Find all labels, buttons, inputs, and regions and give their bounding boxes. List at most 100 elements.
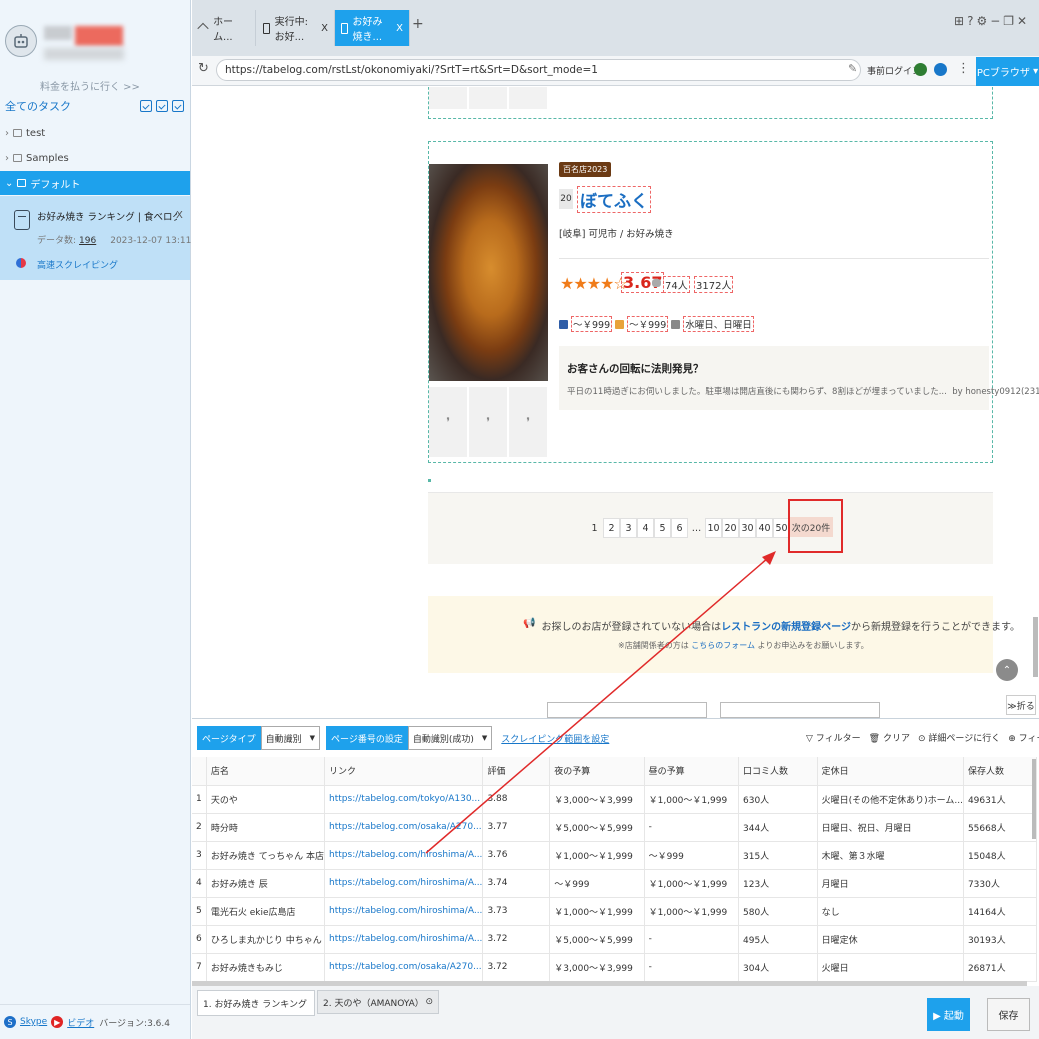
column-header[interactable]: 口コミ人数 bbox=[738, 757, 818, 786]
column-header[interactable]: 評価 bbox=[482, 757, 551, 786]
clear-button[interactable]: 🗑 クリア bbox=[869, 731, 910, 744]
scroll-top-icon[interactable]: ⌃ bbox=[996, 659, 1018, 681]
new-tab-button[interactable]: + bbox=[412, 16, 424, 32]
tab-home[interactable]: ホーム... bbox=[192, 10, 256, 46]
partial-input[interactable] bbox=[547, 702, 707, 718]
data-count[interactable]: 196 bbox=[79, 236, 96, 246]
task-card[interactable]: お好み焼き ランキング | 食べログ-スクレイ... X データ数:196202… bbox=[0, 196, 200, 280]
extension-icon[interactable] bbox=[914, 63, 927, 76]
review-count[interactable]: 74人 bbox=[663, 276, 690, 293]
fold-button[interactable]: ≫折る bbox=[1006, 695, 1036, 715]
listing-card[interactable]: ❜ ❜ ❜ 百名店2023 20 ぼてふく [岐阜] 可児市 / お好み焼き ★… bbox=[428, 141, 1039, 463]
table-row[interactable]: 1 天のや https://tabelog.com/tokyo/A130... 3.8… bbox=[192, 785, 1038, 814]
shop-name-link[interactable]: ぼてふく bbox=[577, 186, 651, 213]
gift-icon[interactable]: ⊞ bbox=[954, 14, 967, 28]
thumb-icon[interactable]: ❜ bbox=[469, 387, 507, 457]
column-header[interactable]: 昼の予算 bbox=[644, 757, 740, 786]
all-tasks-title[interactable]: 全てのタスク bbox=[5, 98, 71, 114]
edit-icon[interactable]: ✎ bbox=[848, 62, 857, 75]
page-10[interactable]: 10 bbox=[705, 518, 722, 538]
page-2[interactable]: 2 bbox=[603, 518, 620, 538]
page-type-select[interactable]: 自動識別 ▼ bbox=[260, 726, 321, 750]
detail-page-button[interactable]: ⊙ 詳細ページに行く bbox=[918, 731, 1000, 744]
page-5[interactable]: 5 bbox=[654, 518, 671, 538]
table-header: 店名 リンク 評価 夜の予算 昼の予算 口コミ人数 定休日 保存人数 bbox=[192, 757, 1038, 786]
column-header[interactable]: 定休日 bbox=[817, 757, 964, 786]
thumb-icon[interactable]: ❜ bbox=[429, 387, 467, 457]
page-30[interactable]: 30 bbox=[739, 518, 756, 538]
column-header[interactable]: 店名 bbox=[206, 757, 326, 786]
reload-icon[interactable]: ↻ bbox=[198, 61, 209, 76]
tab-running[interactable]: 実行中:お好... X bbox=[257, 10, 335, 46]
page-3[interactable]: 3 bbox=[620, 518, 637, 538]
more-menu-icon[interactable]: ⋮ bbox=[957, 61, 970, 76]
new-task-icon[interactable] bbox=[156, 100, 168, 112]
thumb-icon[interactable]: ❜ bbox=[509, 387, 547, 457]
url-input[interactable]: https://tabelog.com/rstLst/okonomiyaki/?… bbox=[216, 59, 861, 81]
pre-login-button[interactable]: 事前ログイン bbox=[867, 64, 921, 77]
column-header[interactable]: 保存人数 bbox=[963, 757, 1038, 786]
filter-button[interactable]: ▽ フィルター bbox=[806, 731, 861, 744]
tree-item-default[interactable]: ⌄ デフォルト bbox=[0, 171, 190, 195]
column-header[interactable]: 夜の予算 bbox=[549, 757, 645, 786]
tree-item-test[interactable]: › test bbox=[0, 121, 190, 145]
window-controls[interactable]: ⊞?⚙−❐✕ bbox=[954, 14, 1030, 28]
account-icon[interactable] bbox=[934, 63, 947, 76]
restore-icon[interactable]: ❐ bbox=[1003, 14, 1017, 28]
table-cell[interactable]: https://tabelog.com/hiroshima/A... bbox=[324, 869, 484, 898]
minimize-icon[interactable]: − bbox=[990, 14, 1003, 28]
close-icon[interactable]: ⊙ bbox=[425, 997, 433, 1007]
table-row[interactable]: 6 ひろしま丸かじり 中ちゃん https://tabelog.com/hirosh… bbox=[192, 925, 1038, 954]
table-vscroll[interactable] bbox=[1032, 759, 1036, 839]
table-row[interactable]: 5 電光石火 ekie広島店 https://tabelog.com/hiroshi… bbox=[192, 897, 1038, 926]
tab-close-button[interactable]: X bbox=[321, 23, 328, 34]
add-field-button[interactable]: ⊕ フィールドを追加 bbox=[1008, 731, 1039, 744]
table-cell[interactable]: https://tabelog.com/hiroshima/A... bbox=[324, 841, 484, 870]
page-20[interactable]: 20 bbox=[722, 518, 739, 538]
table-row[interactable]: 2 時分時 https://tabelog.com/osaka/A270... 3.7… bbox=[192, 813, 1038, 842]
form-link[interactable]: こちらのフォーム bbox=[691, 641, 755, 650]
tree-item-samples[interactable]: › Samples bbox=[0, 146, 190, 170]
page-number-select[interactable]: 自動識別(成功) ▼ bbox=[407, 726, 493, 750]
page-40[interactable]: 40 bbox=[756, 518, 773, 538]
skype-link[interactable]: Skype bbox=[20, 1017, 47, 1027]
table-cell: - bbox=[644, 925, 740, 954]
column-header[interactable]: リンク bbox=[324, 757, 484, 786]
pagination: 1 2 3 4 5 6 … 10 20 30 40 50 bbox=[586, 518, 790, 538]
import-task-icon[interactable] bbox=[140, 100, 152, 112]
table-row[interactable]: 3 お好み焼き てっちゃん 本店 https://tabelog.com/hiros… bbox=[192, 841, 1038, 870]
table-cell: 580人 bbox=[738, 897, 818, 926]
new-registration-link[interactable]: レストランの新規登録ページ bbox=[721, 618, 851, 633]
food-photo[interactable] bbox=[429, 164, 548, 381]
partial-input[interactable] bbox=[720, 702, 880, 718]
new-folder-icon[interactable] bbox=[172, 100, 184, 112]
start-button[interactable]: ▶ 起動 bbox=[927, 998, 970, 1031]
table-cell[interactable]: https://tabelog.com/tokyo/A130... bbox=[324, 785, 484, 814]
table-cell[interactable]: https://tabelog.com/osaka/A270... bbox=[324, 813, 484, 842]
save-button[interactable]: 保存 bbox=[987, 998, 1030, 1031]
table-cell[interactable]: https://tabelog.com/hiroshima/A... bbox=[324, 925, 484, 954]
table-cell[interactable]: https://tabelog.com/osaka/A270... bbox=[324, 953, 484, 982]
page-4[interactable]: 4 bbox=[637, 518, 654, 538]
review-snippet[interactable]: お客さんの回転に法則発見？ 平日の11時過ぎにお伺いしました。駐車場は開店直後に… bbox=[559, 346, 1039, 410]
tab-okonomiyaki[interactable]: お好み焼き... X bbox=[335, 10, 410, 46]
settings-icon[interactable]: ⚙ bbox=[976, 14, 990, 28]
table-cell[interactable]: https://tabelog.com/hiroshima/A... bbox=[324, 897, 484, 926]
result-tab-2[interactable]: 2. 天のや（AMANOYA） - 麻布十...⊙ bbox=[317, 990, 439, 1014]
task-close-button[interactable]: X bbox=[176, 210, 183, 221]
pc-browser-select[interactable]: PCブラウザ ▾ bbox=[976, 57, 1039, 86]
avatar[interactable] bbox=[5, 25, 37, 57]
scrape-range-link[interactable]: スクレイピング範囲を設定 bbox=[501, 732, 609, 745]
page-1[interactable]: 1 bbox=[586, 518, 603, 538]
page-6[interactable]: 6 bbox=[671, 518, 688, 538]
close-icon[interactable]: ✕ bbox=[1017, 14, 1030, 28]
tab-close-button[interactable]: X bbox=[396, 23, 403, 34]
page-scrollbar[interactable] bbox=[1033, 617, 1038, 677]
video-link[interactable]: ビデオ bbox=[67, 1016, 94, 1029]
table-row[interactable]: 4 お好み焼き 辰 https://tabelog.com/hiroshima/A.… bbox=[192, 869, 1038, 898]
column-header[interactable] bbox=[192, 757, 207, 786]
pay-link[interactable]: 料金を払うに行く >> bbox=[40, 78, 140, 93]
result-tab-1[interactable]: 1. お好み焼き ランキング | 食べログ bbox=[197, 990, 315, 1016]
save-count[interactable]: 3172人 bbox=[694, 276, 734, 293]
table-row[interactable]: 7 お好み焼きもみじ https://tabelog.com/osaka/A270.… bbox=[192, 953, 1038, 982]
